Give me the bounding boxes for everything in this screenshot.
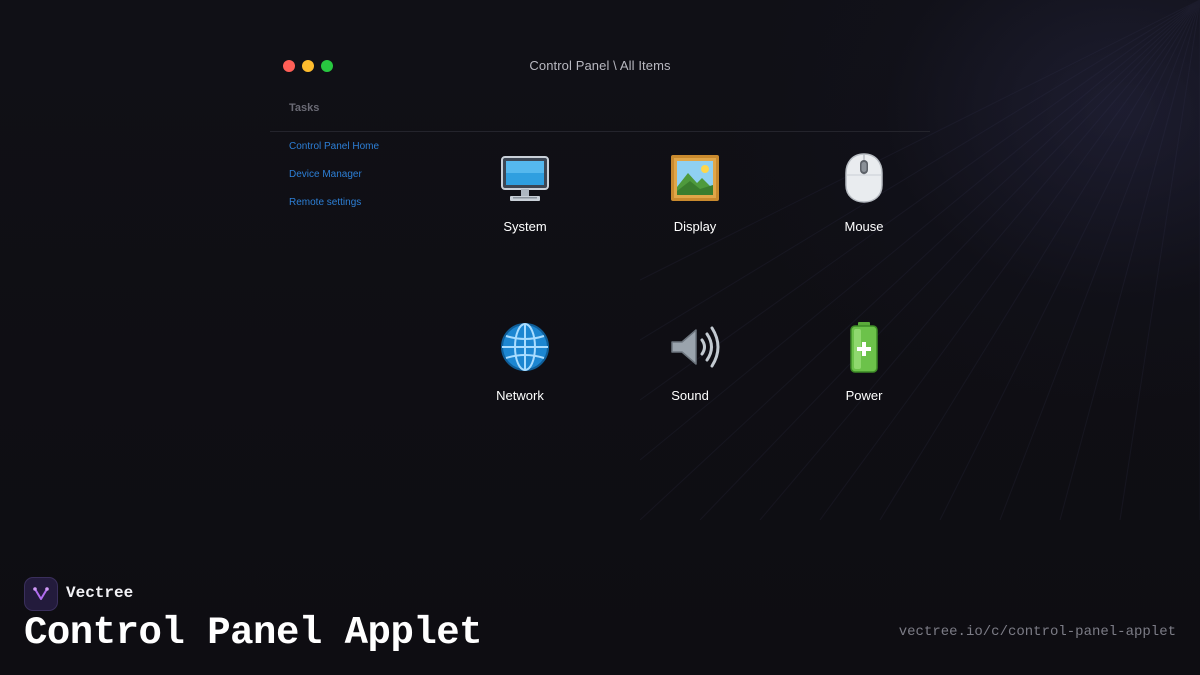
tasks-heading: Tasks [289, 102, 320, 114]
applet-label: System [503, 219, 547, 234]
speaker-icon [640, 317, 750, 377]
window-title: Control Panel \ All Items [529, 58, 671, 73]
globe-icon [470, 317, 580, 377]
control-panel-home-link[interactable]: Control Panel Home [289, 141, 379, 152]
header-divider [270, 131, 930, 132]
applet-label: Display [673, 219, 717, 234]
applet-network[interactable]: Network [470, 317, 580, 417]
mouse-icon [809, 148, 919, 208]
page-heading: Control Panel Applet [24, 611, 483, 655]
monitor-icon [470, 148, 580, 208]
applet-label: Power [845, 388, 883, 403]
applet-display[interactable]: Display [640, 148, 750, 248]
brand-name: Vectree [66, 584, 134, 602]
device-manager-link[interactable]: Device Manager [289, 169, 362, 180]
applet-sound[interactable]: Sound [640, 317, 750, 417]
battery-icon [809, 317, 919, 377]
page-url[interactable]: vectree.io/c/control-panel-applet [899, 624, 1176, 640]
applet-system[interactable]: System [470, 148, 580, 248]
vectree-logo [24, 577, 58, 611]
picture-icon [640, 148, 750, 208]
applet-power[interactable]: Power [809, 317, 919, 417]
control-panel-window: Control Panel \ All Items Tasks Control … [270, 40, 930, 460]
applet-label: Sound [671, 388, 709, 403]
window-titlebar[interactable]: Control Panel \ All Items [270, 40, 930, 92]
applet-mouse[interactable]: Mouse [809, 148, 919, 248]
remote-settings-link[interactable]: Remote settings [289, 197, 361, 208]
stage: Control Panel \ All Items Tasks Control … [0, 0, 1200, 675]
applet-label: Network [496, 388, 544, 403]
applet-label: Mouse [844, 219, 884, 234]
